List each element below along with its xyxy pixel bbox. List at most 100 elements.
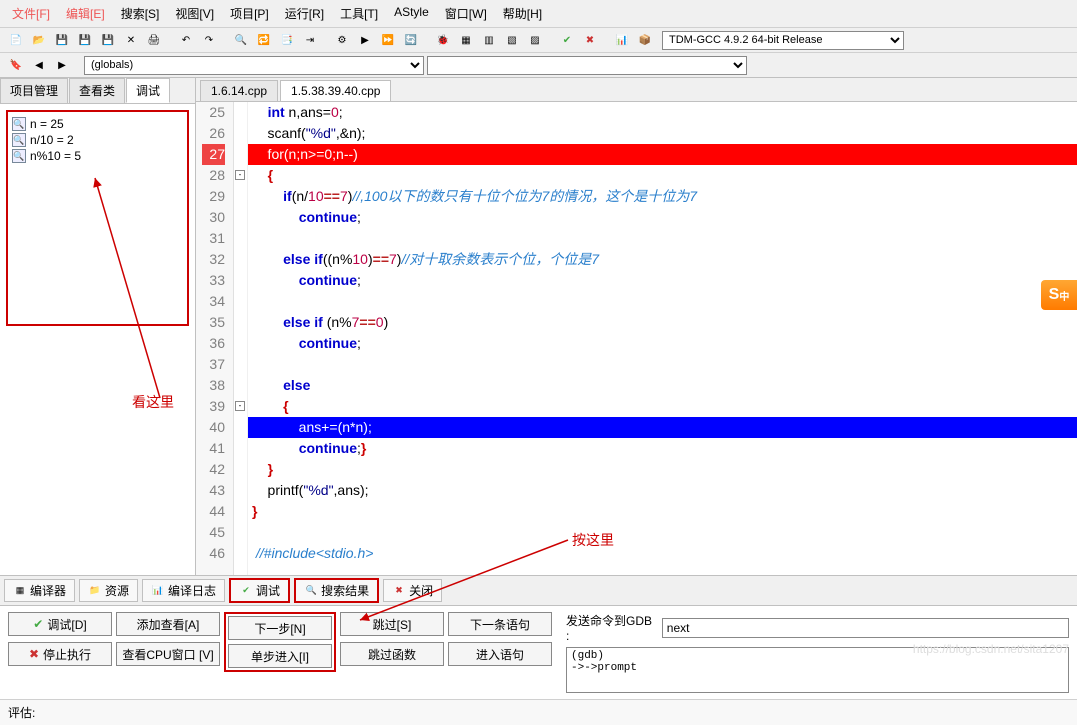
check-icon: ✔ — [33, 617, 43, 631]
step-buttons-highlight: 下一步[N] 单步进入[I] — [224, 612, 336, 672]
btab-close[interactable]: ✖关闭 — [383, 579, 442, 602]
find-icon[interactable]: 🔍 — [231, 30, 251, 50]
skip-function-button[interactable]: 跳过函数 — [340, 642, 444, 666]
goto-icon[interactable]: ⇥ — [300, 30, 320, 50]
btab-resources[interactable]: 📁资源 — [79, 579, 138, 602]
file-tab[interactable]: 1.6.14.cpp — [200, 80, 278, 101]
menu-astyle[interactable]: AStyle — [386, 2, 437, 25]
file-tab[interactable]: 1.5.38.39.40.cpp — [280, 80, 391, 101]
stats-icon[interactable]: 📊 — [612, 30, 632, 50]
rebuild-icon[interactable]: 🔄 — [401, 30, 421, 50]
new-file-icon[interactable]: 📄 — [6, 30, 26, 50]
step-into-button[interactable]: 单步进入[I] — [228, 644, 332, 668]
watch-expr: n/10 = 2 — [30, 133, 74, 147]
editor: 1.6.14.cpp1.5.38.39.40.cpp 2526272829303… — [196, 78, 1077, 575]
menu-edit[interactable]: 编辑[E] — [58, 2, 113, 25]
sidebar: 项目管理 查看类 调试 🔍 n = 25 🔍 n/10 = 2 🔍 n%10 = 5 — [0, 78, 196, 575]
add-watch-button[interactable]: 添加查看[A] — [116, 612, 220, 636]
menu-search[interactable]: 搜索[S] — [113, 2, 168, 25]
saveall-icon[interactable]: 💾 — [75, 30, 95, 50]
fold-column[interactable]: -- — [234, 102, 248, 575]
file-tabs: 1.6.14.cpp1.5.38.39.40.cpp — [196, 78, 1077, 102]
debug-button[interactable]: ✔调试[D] — [8, 612, 112, 636]
watch-expr: n%10 = 5 — [30, 149, 81, 163]
compiler-tab-icon: ▦ — [13, 584, 27, 598]
close-tab-icon: ✖ — [392, 584, 406, 598]
menubar: 文件[F] 编辑[E] 搜索[S] 视图[V] 项目[P] 运行[R] 工具[T… — [0, 0, 1077, 28]
secondary-toolbar: 🔖 ◀ ▶ (globals) — [0, 53, 1077, 78]
menu-tools[interactable]: 工具[T] — [332, 2, 386, 25]
debug-icon[interactable]: 🐞 — [433, 30, 453, 50]
watch-item[interactable]: 🔍 n = 25 — [12, 116, 183, 132]
package-icon[interactable]: 📦 — [635, 30, 655, 50]
btab-compiler[interactable]: ▦编译器 — [4, 579, 75, 602]
btab-compilelog[interactable]: 📊编译日志 — [142, 579, 225, 602]
compile-run-icon[interactable]: ⏩ — [378, 30, 398, 50]
menu-file[interactable]: 文件[F] — [4, 2, 58, 25]
undo-icon[interactable]: ↶ — [176, 30, 196, 50]
findinfiles-icon[interactable]: 📑 — [277, 30, 297, 50]
menu-project[interactable]: 项目[P] — [222, 2, 277, 25]
open-file-icon[interactable]: 📂 — [29, 30, 49, 50]
menu-run[interactable]: 运行[R] — [277, 2, 332, 25]
check-icon[interactable]: ✔ — [557, 30, 577, 50]
sidebar-tab-debug[interactable]: 调试 — [126, 78, 170, 103]
watch-highlight-box: 🔍 n = 25 🔍 n/10 = 2 🔍 n%10 = 5 — [6, 110, 189, 326]
function-select[interactable] — [427, 56, 747, 75]
into-statement-button[interactable]: 进入语句 — [448, 642, 552, 666]
profile2-icon[interactable]: ▥ — [479, 30, 499, 50]
compilelog-tab-icon: 📊 — [151, 584, 165, 598]
resources-tab-icon: 📁 — [88, 584, 102, 598]
search-tab-icon: 🔍 — [304, 584, 318, 598]
next-step-button[interactable]: 下一步[N] — [228, 616, 332, 640]
watch-icon: 🔍 — [12, 133, 26, 147]
bookmark-prev-icon[interactable]: ◀ — [29, 55, 49, 75]
run-icon[interactable]: ▶ — [355, 30, 375, 50]
skip-button[interactable]: 跳过[S] — [340, 612, 444, 636]
sidebar-tab-classview[interactable]: 查看类 — [69, 78, 125, 103]
compiler-select[interactable]: TDM-GCC 4.9.2 64-bit Release — [662, 31, 904, 50]
bookmark-toggle-icon[interactable]: 🔖 — [6, 55, 26, 75]
scope-select[interactable]: (globals) — [84, 56, 424, 75]
evaluate-label: 评估: — [8, 704, 35, 721]
cross-icon[interactable]: ✖ — [580, 30, 600, 50]
redo-icon[interactable]: ↷ — [199, 30, 219, 50]
watch-icon: 🔍 — [12, 149, 26, 163]
debug-tab-icon: ✔ — [239, 584, 253, 598]
menu-view[interactable]: 视图[V] — [167, 2, 222, 25]
code-area[interactable]: 2526272829303132333435363738394041424344… — [196, 102, 1077, 575]
watch-expr: n = 25 — [30, 117, 64, 131]
bottom-tabs: ▦编译器 📁资源 📊编译日志 ✔调试 🔍搜索结果 ✖关闭 — [0, 576, 1077, 606]
compile-icon[interactable]: ⚙ — [332, 30, 352, 50]
next-statement-button[interactable]: 下一条语句 — [448, 612, 552, 636]
save-icon[interactable]: 💾 — [52, 30, 72, 50]
profile3-icon[interactable]: ▧ — [502, 30, 522, 50]
saveas-icon[interactable]: 💾 — [98, 30, 118, 50]
sidebar-tab-project[interactable]: 项目管理 — [0, 78, 68, 103]
watch-panel: 🔍 n = 25 🔍 n/10 = 2 🔍 n%10 = 5 — [0, 104, 195, 575]
code-lines[interactable]: int n,ans=0; scanf("%d",&n); for(n;n>=0;… — [248, 102, 1077, 575]
menu-help[interactable]: 帮助[H] — [495, 2, 550, 25]
watch-item[interactable]: 🔍 n/10 = 2 — [12, 132, 183, 148]
sogou-ime-badge[interactable]: S中 — [1041, 280, 1077, 310]
watch-item[interactable]: 🔍 n%10 = 5 — [12, 148, 183, 164]
replace-icon[interactable]: 🔁 — [254, 30, 274, 50]
profile4-icon[interactable]: ▨ — [525, 30, 545, 50]
watch-icon: 🔍 — [12, 117, 26, 131]
watermark: https://blog.csdn.net/sita1207 — [913, 642, 1069, 656]
line-gutter[interactable]: 2526272829303132333435363738394041424344… — [196, 102, 234, 575]
profile1-icon[interactable]: ▦ — [456, 30, 476, 50]
cpu-window-button[interactable]: 查看CPU窗口 [V] — [116, 642, 220, 666]
print-icon[interactable]: 🖨 — [144, 30, 164, 50]
close-file-icon[interactable]: ✕ — [121, 30, 141, 50]
gdb-label: 发送命令到GDB : — [566, 612, 656, 643]
main-area: 项目管理 查看类 调试 🔍 n = 25 🔍 n/10 = 2 🔍 n%10 = 5 1.… — [0, 78, 1077, 575]
bookmark-next-icon[interactable]: ▶ — [52, 55, 72, 75]
gdb-input[interactable] — [662, 618, 1069, 638]
btab-debug[interactable]: ✔调试 — [229, 578, 290, 603]
stop-button[interactable]: ✖停止执行 — [8, 642, 112, 666]
sidebar-tabs: 项目管理 查看类 调试 — [0, 78, 195, 104]
btab-searchres[interactable]: 🔍搜索结果 — [294, 578, 379, 603]
cross-icon: ✖ — [29, 647, 39, 661]
menu-window[interactable]: 窗口[W] — [437, 2, 495, 25]
